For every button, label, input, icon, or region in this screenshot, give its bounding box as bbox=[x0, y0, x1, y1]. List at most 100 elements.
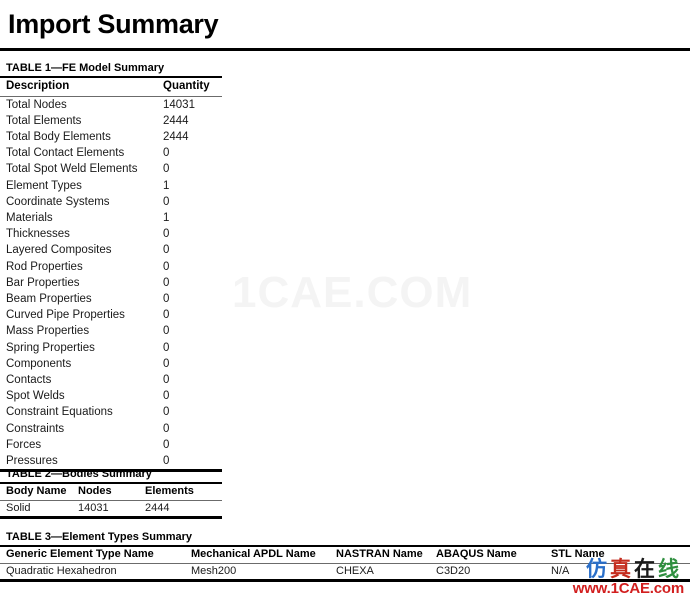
table-2-col-nodes: Nodes bbox=[78, 485, 112, 497]
table-row: Beam Properties 0 bbox=[0, 291, 222, 307]
cell-label: Materials bbox=[6, 211, 53, 224]
cell-label: Element Types bbox=[6, 179, 82, 192]
table-1-col-quantity: Quantity bbox=[163, 80, 210, 92]
cell-stl-name: N/A bbox=[551, 565, 570, 577]
cell-value: 0 bbox=[163, 390, 170, 403]
table-1-body: Total Nodes 14031 Total Elements 2444 Tota… bbox=[0, 97, 222, 470]
cell-label: Components bbox=[6, 357, 72, 370]
table-row: Thicknesses 0 bbox=[0, 226, 222, 242]
logo-url-text: www.1CAE.com bbox=[572, 580, 684, 597]
cell-value: 0 bbox=[163, 228, 170, 241]
table-row: Spot Welds 0 bbox=[0, 388, 222, 404]
table-row: Total Body Elements 2444 bbox=[0, 129, 222, 145]
page-title: Import Summary bbox=[8, 9, 219, 39]
table-row: Total Nodes 14031 bbox=[0, 97, 222, 113]
cell-nodes: 14031 bbox=[78, 502, 109, 514]
cell-elements: 2444 bbox=[145, 502, 170, 514]
table-row: Contacts 0 bbox=[0, 372, 222, 388]
table-row: Total Elements 2444 bbox=[0, 113, 222, 129]
table-row: Layered Composites 0 bbox=[0, 242, 222, 258]
cell-value: 0 bbox=[163, 406, 170, 419]
cell-label: Layered Composites bbox=[6, 244, 112, 257]
table-2-bodies-summary: TABLE 2—Bodies Summary Body Name Nodes E… bbox=[0, 468, 222, 519]
cell-value: 0 bbox=[163, 276, 170, 289]
cell-label: Thicknesses bbox=[6, 228, 70, 241]
background-watermark: 1CAE.COM bbox=[232, 268, 473, 317]
cell-label: Total Spot Weld Elements bbox=[6, 163, 138, 176]
cell-value: 0 bbox=[163, 147, 170, 160]
cell-value: 0 bbox=[163, 163, 170, 176]
table-row: Coordinate Systems 0 bbox=[0, 194, 222, 210]
cell-value: 0 bbox=[163, 341, 170, 354]
table-3-caption: TABLE 3—Element Types Summary bbox=[6, 531, 193, 543]
table-3-col-stl-name: STL Name bbox=[551, 548, 605, 560]
cell-label: Constraint Equations bbox=[6, 406, 113, 419]
table-row: Element Types 1 bbox=[0, 178, 222, 194]
table-row: Mass Properties 0 bbox=[0, 323, 222, 339]
cell-value: 2444 bbox=[163, 130, 189, 143]
cell-label: Constraints bbox=[6, 422, 65, 435]
cell-label: Curved Pipe Properties bbox=[6, 309, 125, 322]
table-row: Components 0 bbox=[0, 356, 222, 372]
table-2-col-elements: Elements bbox=[145, 485, 194, 497]
cell-label: Beam Properties bbox=[6, 292, 92, 305]
table-1-caption: TABLE 1—FE Model Summary bbox=[6, 62, 165, 74]
cell-value: 0 bbox=[163, 454, 170, 467]
cell-value: 0 bbox=[163, 260, 170, 273]
table-3-col-generic-name: Generic Element Type Name bbox=[6, 548, 154, 560]
cell-label: Rod Properties bbox=[6, 260, 83, 273]
table-2-caption: TABLE 2—Bodies Summary bbox=[6, 468, 152, 480]
cell-value: 0 bbox=[163, 373, 170, 386]
cell-value: 0 bbox=[163, 422, 170, 435]
cell-value: 0 bbox=[163, 195, 170, 208]
table-3-bottom-rule bbox=[0, 579, 690, 582]
table-row: Materials 1 bbox=[0, 210, 222, 226]
cell-value: 2444 bbox=[163, 114, 189, 127]
cell-nastran-name: CHEXA bbox=[336, 565, 374, 577]
table-1-header-row: Description Quantity bbox=[0, 78, 222, 96]
cell-label: Bar Properties bbox=[6, 276, 80, 289]
cell-label: Spring Properties bbox=[6, 341, 95, 354]
table-2-bottom-rule bbox=[0, 516, 222, 519]
cell-value: 1 bbox=[163, 179, 170, 192]
cell-value: 0 bbox=[163, 292, 170, 305]
title-divider bbox=[0, 48, 690, 51]
table-2-col-body-name: Body Name bbox=[6, 485, 67, 497]
table-row: Forces 0 bbox=[0, 437, 222, 453]
cell-value: 0 bbox=[163, 244, 170, 257]
table-row: Rod Properties 0 bbox=[0, 259, 222, 275]
table-row: Solid 14031 2444 bbox=[0, 501, 222, 516]
cell-label: Contacts bbox=[6, 373, 52, 386]
cell-label: Spot Welds bbox=[6, 390, 65, 403]
table-row: Total Contact Elements 0 bbox=[0, 145, 222, 161]
cell-generic-name: Quadratic Hexahedron bbox=[6, 565, 117, 577]
table-2: Body Name Nodes Elements bbox=[0, 484, 222, 500]
cell-value: 14031 bbox=[163, 98, 195, 111]
table-3-col-abaqus-name: ABAQUS Name bbox=[436, 548, 517, 560]
cell-label: Total Nodes bbox=[6, 98, 67, 111]
table-row: Constraints 0 bbox=[0, 421, 222, 437]
table-row: Pressures 0 bbox=[0, 453, 222, 469]
cell-label: Coordinate Systems bbox=[6, 195, 110, 208]
cell-label: Total Contact Elements bbox=[6, 147, 125, 160]
cell-value: 0 bbox=[163, 309, 170, 322]
table-row: Bar Properties 0 bbox=[0, 275, 222, 291]
table-row: Quadratic Hexahedron Mesh200 CHEXA C3D20… bbox=[0, 564, 690, 579]
table-3-header-row: Generic Element Type Name Mechanical APD… bbox=[0, 547, 690, 563]
table-row: Spring Properties 0 bbox=[0, 340, 222, 356]
cell-label: Pressures bbox=[6, 454, 58, 467]
cell-body-name: Solid bbox=[6, 502, 31, 514]
cell-label: Mass Properties bbox=[6, 325, 90, 338]
cell-label: Forces bbox=[6, 438, 42, 451]
table-3-element-types-summary: TABLE 3—Element Types Summary Generic El… bbox=[0, 531, 690, 582]
table-1-fe-model-summary: TABLE 1—FE Model Summary Description Qua… bbox=[0, 62, 222, 473]
table-row: Total Spot Weld Elements 0 bbox=[0, 161, 222, 177]
table-row: Constraint Equations 0 bbox=[0, 404, 222, 420]
table-3-col-nastran-name: NASTRAN Name bbox=[336, 548, 423, 560]
cell-label: Total Elements bbox=[6, 114, 82, 127]
cell-value: 1 bbox=[163, 211, 170, 224]
cell-label: Total Body Elements bbox=[6, 130, 111, 143]
cell-value: 0 bbox=[163, 438, 170, 451]
table-row: Curved Pipe Properties 0 bbox=[0, 307, 222, 323]
cell-value: 0 bbox=[163, 325, 170, 338]
